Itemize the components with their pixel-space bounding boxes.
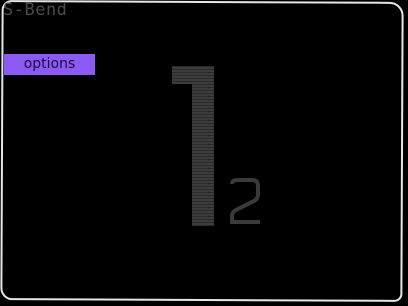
options-button[interactable]: options <box>4 54 95 75</box>
level-number <box>172 66 214 226</box>
level-sub-number <box>230 178 260 224</box>
game-screen: S-Bend options <box>0 0 408 306</box>
app-title: S-Bend <box>3 0 68 20</box>
